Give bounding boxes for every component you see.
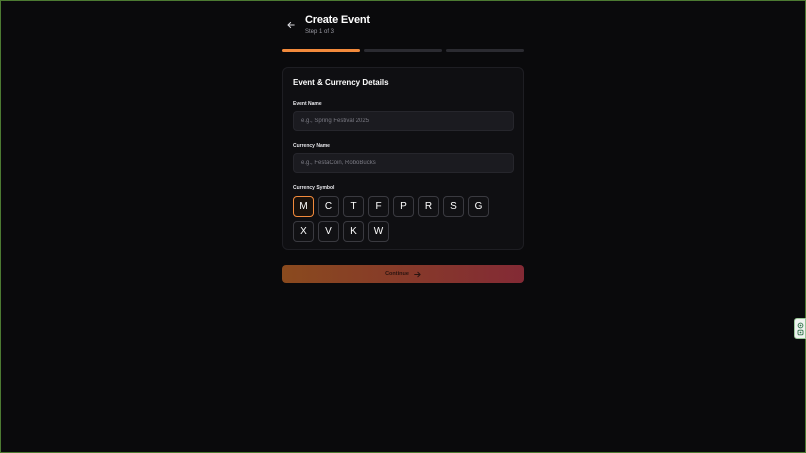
symbol-option[interactable]: P [393, 196, 414, 217]
symbol-option[interactable]: K [343, 221, 364, 242]
card-title: Event & Currency Details [293, 78, 389, 87]
arrow-left-icon [287, 21, 295, 29]
symbol-option[interactable]: S [443, 196, 464, 217]
symbol-option[interactable]: T [343, 196, 364, 217]
page-header: Create Event Step 1 of 3 [282, 12, 524, 42]
event-name-input[interactable] [293, 111, 514, 131]
currency-name-input[interactable] [293, 153, 514, 173]
step-bar-3 [446, 49, 524, 52]
arrow-right-icon [414, 271, 421, 278]
assistant-widget[interactable] [794, 318, 806, 339]
symbol-option[interactable]: X [293, 221, 314, 242]
continue-button[interactable]: Continue [282, 265, 524, 283]
details-card: Event & Currency Details Event Name Curr… [282, 67, 524, 250]
symbol-option[interactable]: V [318, 221, 339, 242]
step-indicator-text: Step 1 of 3 [305, 29, 335, 35]
step-progress [282, 49, 524, 52]
assistant-widget-icon [797, 322, 803, 335]
page-title: Create Event [305, 14, 370, 26]
symbol-option[interactable]: R [418, 196, 439, 217]
event-name-label: Event Name [293, 101, 322, 107]
symbol-option[interactable]: M [293, 196, 314, 217]
symbol-option[interactable]: G [468, 196, 489, 217]
currency-name-label: Currency Name [293, 143, 330, 149]
back-button[interactable] [284, 18, 298, 32]
step-bar-1 [282, 49, 360, 52]
currency-symbol-label: Currency Symbol [293, 185, 335, 191]
symbol-option[interactable]: C [318, 196, 339, 217]
currency-symbol-grid: M C T F P R S G X V K W [293, 196, 503, 242]
step-bar-2 [364, 49, 442, 52]
continue-label: Continue [385, 271, 409, 277]
symbol-option[interactable]: F [368, 196, 389, 217]
symbol-option[interactable]: W [368, 221, 389, 242]
